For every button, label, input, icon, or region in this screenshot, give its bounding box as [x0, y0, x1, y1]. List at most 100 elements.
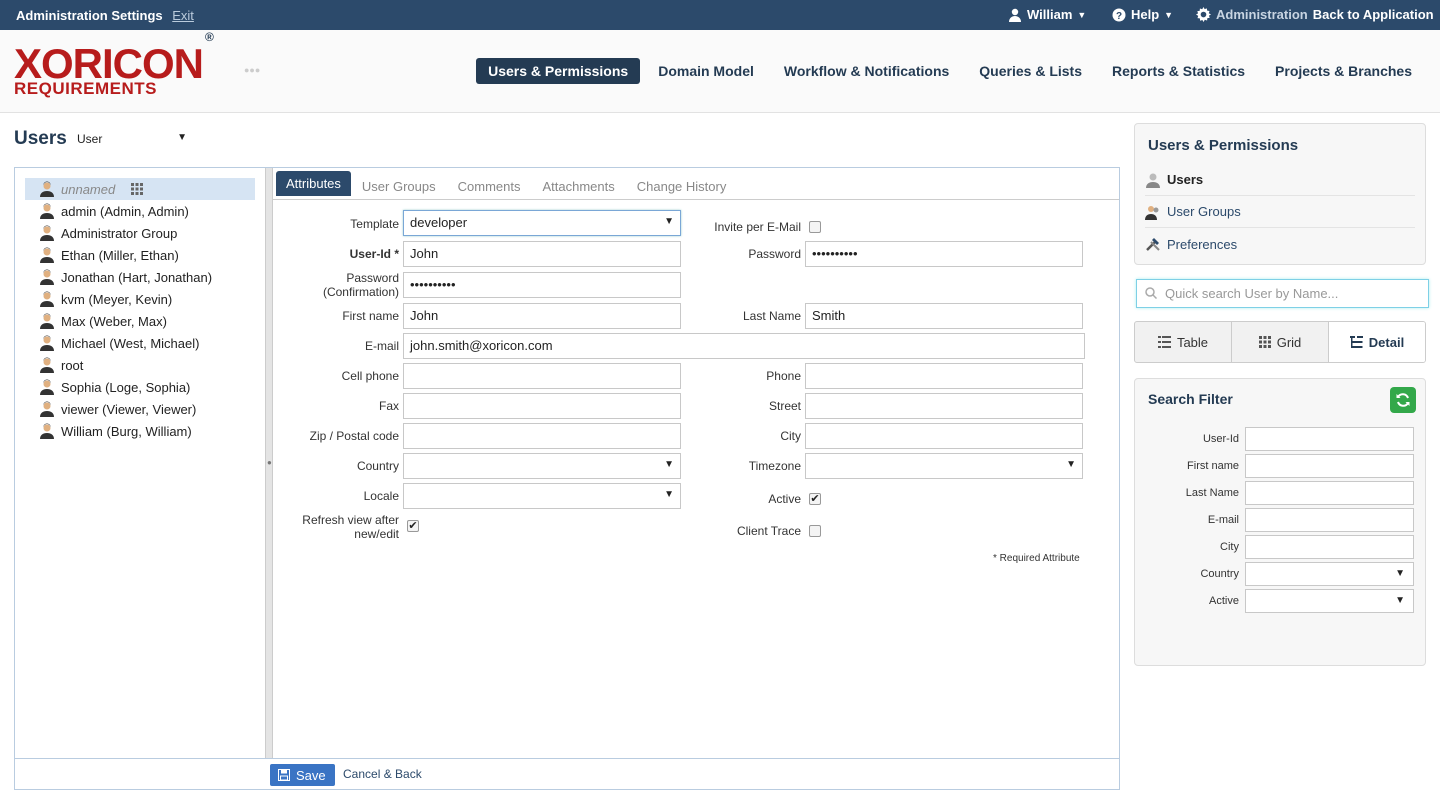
password-confirm-label-line2: (Confirmation)	[322, 285, 399, 299]
list-item[interactable]: Michael (West, Michael)	[25, 332, 255, 354]
side-panel-title: Users & Permissions	[1148, 137, 1299, 154]
lastname-field[interactable]: Smith	[805, 303, 1083, 329]
tab-attachments[interactable]: Attachments	[531, 174, 625, 199]
nav-reports-statistics[interactable]: Reports & Statistics	[1100, 58, 1257, 84]
exit-link[interactable]: Exit	[172, 8, 194, 23]
email-field[interactable]: john.smith@xoricon.com	[403, 333, 1085, 359]
phone-field[interactable]	[805, 363, 1083, 389]
cellphone-field[interactable]	[403, 363, 681, 389]
quick-search-placeholder: Quick search User by Name...	[1165, 286, 1339, 301]
chevron-down-icon: ▼	[177, 132, 187, 143]
cancel-back-link[interactable]: Cancel & Back	[343, 767, 422, 781]
user-icon	[40, 291, 54, 307]
lastname-label: Last Name	[742, 309, 801, 323]
list-item[interactable]: Ethan (Miller, Ethan)	[25, 244, 255, 266]
tab-change-history[interactable]: Change History	[626, 174, 738, 199]
save-icon	[278, 769, 290, 781]
list-item[interactable]: viewer (Viewer, Viewer)	[25, 398, 255, 420]
required-note: * Required Attribute	[993, 553, 1080, 564]
view-grid-button[interactable]: Grid	[1232, 322, 1329, 362]
list-item[interactable]: Max (Weber, Max)	[25, 310, 255, 332]
filter-country-select[interactable]: ▼	[1245, 562, 1414, 586]
nav-projects-branches[interactable]: Projects & Branches	[1263, 58, 1424, 84]
page-title: Users	[14, 128, 67, 149]
help-icon: ?	[1112, 8, 1126, 22]
list-item[interactable]: Jonathan (Hart, Jonathan)	[25, 266, 255, 288]
user-icon	[40, 357, 54, 373]
userid-field[interactable]: John	[403, 241, 681, 267]
user-icon	[1009, 8, 1021, 22]
tab-attributes[interactable]: Attributes	[276, 171, 351, 196]
chevron-down-icon: ▼	[664, 459, 674, 470]
nav-domain-model[interactable]: Domain Model	[646, 58, 766, 84]
password-confirm-label-line1: Password	[346, 271, 399, 285]
quick-search-input[interactable]: Quick search User by Name...	[1136, 279, 1429, 308]
chevron-down-icon: ▼	[1164, 9, 1174, 20]
save-button[interactable]: Save	[270, 764, 335, 786]
filter-lastname-input[interactable]	[1245, 481, 1414, 505]
user-icon	[40, 269, 54, 285]
app-title: Administration Settings Exit	[16, 8, 194, 23]
fax-field[interactable]	[403, 393, 681, 419]
password-field[interactable]: ••••••••••	[805, 241, 1083, 267]
refresh-filter-button[interactable]	[1390, 387, 1416, 413]
user-menu[interactable]: William ▼	[1008, 7, 1086, 22]
refresh-view-checkbox[interactable]: ✔	[407, 520, 419, 532]
active-checkbox[interactable]: ✔	[809, 493, 821, 505]
back-to-app-label: Back to Application	[1312, 7, 1434, 22]
logo-subtitle: REQUIREMENTS	[14, 79, 157, 98]
client-trace-checkbox[interactable]	[809, 525, 821, 537]
view-detail-button[interactable]: Detail	[1329, 322, 1425, 362]
filter-city-input[interactable]	[1245, 535, 1414, 559]
list-item[interactable]: William (Burg, William)	[25, 420, 255, 442]
filter-firstname-input[interactable]	[1245, 454, 1414, 478]
phone-label: Phone	[766, 369, 801, 383]
splitter-handle[interactable]: ●	[265, 168, 273, 758]
view-switcher: Table Grid Detail	[1134, 321, 1426, 363]
filter-active-select[interactable]: ▼	[1245, 589, 1414, 613]
side-item-preferences[interactable]: Preferences	[1145, 228, 1415, 260]
invite-email-checkbox[interactable]	[809, 221, 821, 233]
list-item[interactable]: Administrator Group	[25, 222, 255, 244]
list-item[interactable]: root	[25, 354, 255, 376]
filter-email-input[interactable]	[1245, 508, 1414, 532]
filter-firstname-label: First name	[1187, 460, 1239, 472]
side-item-user-groups[interactable]: User Groups	[1145, 196, 1415, 228]
type-select[interactable]: User ▼	[77, 132, 187, 146]
nav-workflow-notifications[interactable]: Workflow & Notifications	[772, 58, 961, 84]
locale-select[interactable]: ▼	[403, 483, 681, 509]
filter-city-label: City	[1220, 541, 1239, 553]
zip-field[interactable]	[403, 423, 681, 449]
side-item-users[interactable]: Users	[1145, 164, 1415, 196]
list-item[interactable]: Sophia (Loge, Sophia)	[25, 376, 255, 398]
tab-user-groups[interactable]: User Groups	[351, 174, 447, 199]
userid-label: User-Id *	[349, 247, 399, 261]
admin-back-link[interactable]: Administration Back to Application	[1196, 7, 1434, 22]
template-select[interactable]: developer ▼	[403, 210, 681, 236]
nav-queries-lists[interactable]: Queries & Lists	[967, 58, 1094, 84]
user-icon	[40, 181, 54, 197]
firstname-field[interactable]: John	[403, 303, 681, 329]
chevron-down-icon: ▼	[1395, 595, 1405, 606]
filter-userid-label: User-Id	[1202, 433, 1239, 445]
view-table-button[interactable]: Table	[1135, 322, 1232, 362]
user-icon	[40, 247, 54, 263]
filter-userid-input[interactable]	[1245, 427, 1414, 451]
city-field[interactable]	[805, 423, 1083, 449]
list-item[interactable]: unnamed	[25, 178, 255, 200]
logo-dots-icon: ●●●	[244, 65, 261, 75]
user-list: unnamed admin (Admin, Admin) Administrat…	[15, 168, 265, 758]
list-item[interactable]: kvm (Meyer, Kevin)	[25, 288, 255, 310]
save-button-label: Save	[296, 767, 326, 783]
detail-panel: Attributes User Groups Comments Attachme…	[273, 168, 1119, 758]
street-field[interactable]	[805, 393, 1083, 419]
country-select[interactable]: ▼	[403, 453, 681, 479]
client-trace-label: Client Trace	[736, 524, 801, 538]
tab-comments[interactable]: Comments	[447, 174, 532, 199]
list-item[interactable]: admin (Admin, Admin)	[25, 200, 255, 222]
password-confirm-field[interactable]: ••••••••••	[403, 272, 681, 298]
user-icon	[40, 423, 54, 439]
timezone-select[interactable]: ▼	[805, 453, 1083, 479]
help-menu[interactable]: ? Help ▼	[1112, 7, 1173, 22]
nav-users-permissions[interactable]: Users & Permissions	[476, 58, 641, 84]
